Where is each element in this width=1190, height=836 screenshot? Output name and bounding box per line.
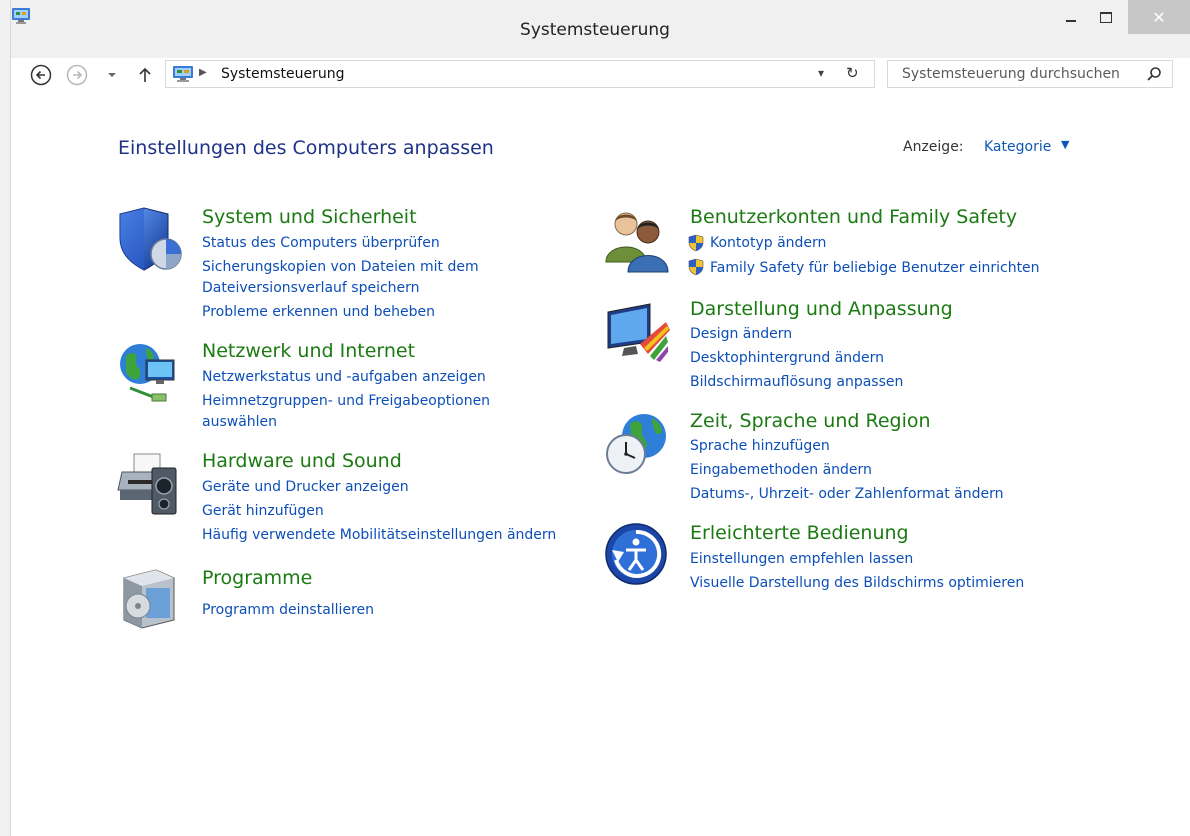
address-history-dropdown-icon[interactable]: ▾ (818, 66, 824, 80)
appearance-monitor-palette-icon[interactable] (604, 300, 672, 368)
category-hardware-sound[interactable]: Hardware und Sound (202, 450, 402, 472)
link-network-status[interactable]: Netzwerkstatus und -aufgaben anzeigen (202, 369, 486, 386)
security-shield-icon[interactable] (116, 206, 184, 274)
page-title: Einstellungen des Computers anpassen (118, 137, 494, 159)
up-button[interactable] (135, 64, 155, 86)
network-globe-icon[interactable] (116, 340, 184, 408)
programs-box-icon[interactable] (116, 564, 184, 632)
link-file-history-backup[interactable]: Sicherungskopien von Dateien mit dem (202, 259, 479, 276)
uac-shield-icon (688, 234, 704, 252)
uac-shield-icon (688, 258, 704, 276)
link-homegroup-sharing-line2[interactable]: auswählen (202, 414, 277, 431)
category-system-security[interactable]: System und Sicherheit (202, 206, 417, 228)
search-icon[interactable] (1146, 66, 1162, 82)
search-box[interactable] (887, 60, 1173, 88)
link-check-computer-status[interactable]: Status des Computers überprüfen (202, 235, 440, 252)
search-input[interactable] (888, 61, 1152, 87)
link-change-theme[interactable]: Design ändern (690, 326, 792, 343)
link-add-device[interactable]: Gerät hinzufügen (202, 503, 324, 520)
view-mode-dropdown[interactable]: Kategorie (984, 139, 1051, 155)
back-button[interactable] (30, 64, 52, 86)
link-troubleshoot[interactable]: Probleme erkennen und beheben (202, 304, 435, 321)
forward-arrow-icon (66, 64, 88, 86)
link-change-account-type[interactable]: Kontotyp ändern (710, 235, 826, 252)
link-desktop-background[interactable]: Desktophintergrund ändern (690, 350, 884, 367)
chevron-down-icon (108, 73, 116, 77)
link-screen-resolution[interactable]: Bildschirmauflösung anpassen (690, 374, 903, 391)
link-add-language[interactable]: Sprache hinzufügen (690, 438, 830, 455)
link-uninstall-program[interactable]: Programm deinstallieren (202, 602, 374, 619)
refresh-icon[interactable]: ↻ (846, 64, 859, 82)
address-bar[interactable]: ▶ Systemsteuerung ▾ ↻ (165, 60, 875, 88)
user-accounts-icon[interactable] (604, 206, 672, 274)
link-mobility-settings[interactable]: Häufig verwendete Mobilitätseinstellunge… (202, 527, 556, 544)
ease-of-access-icon[interactable] (604, 520, 672, 588)
window-frame-left (0, 0, 11, 836)
printer-speaker-icon[interactable] (116, 450, 184, 518)
up-arrow-icon (139, 67, 151, 82)
link-family-safety-setup[interactable]: Family Safety für beliebige Benutzer ein… (710, 260, 1040, 277)
window-title: Systemsteuerung (520, 20, 670, 40)
link-change-input-methods[interactable]: Eingabemethoden ändern (690, 462, 872, 479)
link-file-history-backup-line2[interactable]: Dateiversionsverlauf speichern (202, 280, 420, 297)
link-recommend-settings[interactable]: Einstellungen empfehlen lassen (690, 551, 913, 568)
category-clock-language-region[interactable]: Zeit, Sprache und Region (690, 410, 931, 432)
link-homegroup-sharing[interactable]: Heimnetzgruppen- und Freigabeoptionen (202, 393, 490, 410)
close-button[interactable]: ✕ (1128, 0, 1190, 34)
breadcrumb-systemsteuerung[interactable]: Systemsteuerung (221, 66, 344, 83)
view-label: Anzeige: (903, 139, 964, 155)
category-user-accounts[interactable]: Benutzerkonten und Family Safety (690, 206, 1017, 228)
category-network-internet[interactable]: Netzwerk und Internet (202, 340, 415, 362)
maximize-icon (1100, 11, 1112, 23)
forward-button[interactable] (66, 64, 88, 86)
link-date-time-number-format[interactable]: Datums-, Uhrzeit- oder Zahlenformat ände… (690, 486, 1004, 503)
title-bar: Systemsteuerung ✕ (0, 0, 1190, 58)
back-arrow-icon (30, 64, 52, 86)
clock-globe-icon[interactable] (604, 410, 672, 478)
category-appearance-personalization[interactable]: Darstellung und Anpassung (690, 298, 953, 320)
control-panel-icon (173, 66, 193, 82)
maximize-button[interactable] (1092, 0, 1120, 34)
recent-locations-button[interactable] (105, 64, 119, 86)
category-programs[interactable]: Programme (202, 567, 312, 589)
minimize-button[interactable] (1058, 0, 1084, 34)
link-optimize-visual-display[interactable]: Visuelle Darstellung des Bildschirms opt… (690, 575, 1024, 592)
view-mode-caret-icon[interactable]: ▼ (1061, 138, 1069, 151)
close-icon: ✕ (1152, 7, 1166, 27)
category-ease-of-access[interactable]: Erleichterte Bedienung (690, 522, 909, 544)
breadcrumb-separator-icon[interactable]: ▶ (199, 67, 207, 78)
link-devices-printers[interactable]: Geräte und Drucker anzeigen (202, 479, 409, 496)
minimize-icon (1066, 20, 1076, 22)
